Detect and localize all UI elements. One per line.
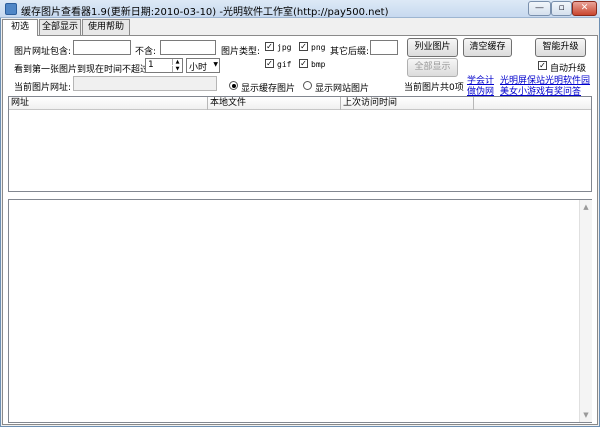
- smart-upgrade-button[interactable]: 智能升级: [535, 38, 586, 57]
- image-type-label: 图片类型:: [221, 47, 261, 57]
- title-bar[interactable]: 缓存图片查看器1.9(更新日期:2010-03-10) -光明软件工作室(htt…: [0, 0, 600, 18]
- url-contains-label: 图片网址包含:: [14, 47, 72, 57]
- clear-cache-button[interactable]: 清空缓存: [463, 38, 512, 57]
- radio-show-web-label: 显示网站图片: [315, 84, 370, 94]
- time-value-spinner[interactable]: 1 ▲ ▼: [145, 58, 183, 73]
- not-contains-input[interactable]: [160, 40, 216, 55]
- show-all-button[interactable]: 全部显示: [407, 58, 458, 77]
- close-button[interactable]: ✕: [572, 1, 597, 16]
- app-icon: [5, 3, 17, 15]
- time-unit-select[interactable]: 小时 ▼: [186, 58, 220, 73]
- radio-show-web[interactable]: [303, 81, 312, 90]
- other-ext-label: 其它后缀:: [330, 47, 370, 57]
- auto-upgrade-checkbox[interactable]: ✓: [538, 61, 547, 70]
- list-header: 网址 本地文件 上次访问时间: [9, 97, 591, 110]
- gif-checkbox[interactable]: ✓: [265, 59, 274, 68]
- jpg-label: jpg: [277, 43, 292, 52]
- image-list-view[interactable]: 网址 本地文件 上次访问时间: [8, 96, 592, 192]
- scroll-up-icon[interactable]: ▲: [580, 201, 592, 213]
- bmp-checkbox[interactable]: ✓: [299, 59, 308, 68]
- image-count-status: 当前图片共0项: [404, 83, 464, 93]
- column-header-url[interactable]: 网址: [9, 97, 208, 110]
- png-label: png: [311, 43, 326, 52]
- png-checkbox[interactable]: ✓: [299, 42, 308, 51]
- window-title: 缓存图片查看器1.9(更新日期:2010-03-10) -光明软件工作室(htt…: [21, 7, 389, 18]
- tab-initial[interactable]: 初选: [2, 19, 38, 36]
- tab-help[interactable]: 使用帮助: [82, 19, 130, 35]
- time-unit-value: 小时: [189, 63, 208, 73]
- minimize-button[interactable]: —: [528, 1, 551, 16]
- column-header-local-file[interactable]: 本地文件: [208, 97, 341, 110]
- time-value: 1: [148, 60, 154, 70]
- log-scrollbar[interactable]: ▲ ▼: [579, 200, 592, 422]
- current-url-field[interactable]: [73, 76, 217, 91]
- radio-selected-dot: [232, 84, 236, 88]
- list-images-button[interactable]: 列业图片: [407, 38, 458, 57]
- current-url-label: 当前图片网址:: [14, 83, 72, 93]
- tab-show-all[interactable]: 全部显示: [39, 19, 81, 35]
- scroll-down-icon[interactable]: ▼: [580, 409, 592, 421]
- gif-label: gif: [277, 60, 292, 69]
- spin-up-icon[interactable]: ▲: [172, 59, 182, 65]
- radio-show-cache[interactable]: [229, 81, 238, 90]
- dropdown-arrow-icon[interactable]: ▼: [213, 61, 218, 68]
- bmp-label: bmp: [311, 60, 326, 69]
- tab-strip: 初选 全部显示 使用帮助: [2, 19, 598, 36]
- time-limit-label: 看到第一张图片到现在时间不超过:: [14, 65, 153, 75]
- jpg-checkbox[interactable]: ✓: [265, 42, 274, 51]
- spin-down-icon[interactable]: ▼: [172, 66, 182, 72]
- log-text-area[interactable]: ▲ ▼: [8, 199, 592, 423]
- radio-show-cache-label: 显示缓存图片: [241, 84, 296, 94]
- not-contains-label: 不含:: [135, 47, 157, 57]
- other-ext-input[interactable]: [370, 40, 398, 55]
- column-header-last-access[interactable]: 上次访问时间: [341, 97, 474, 110]
- maximize-button[interactable]: ▫: [551, 1, 572, 16]
- url-contains-input[interactable]: [73, 40, 131, 55]
